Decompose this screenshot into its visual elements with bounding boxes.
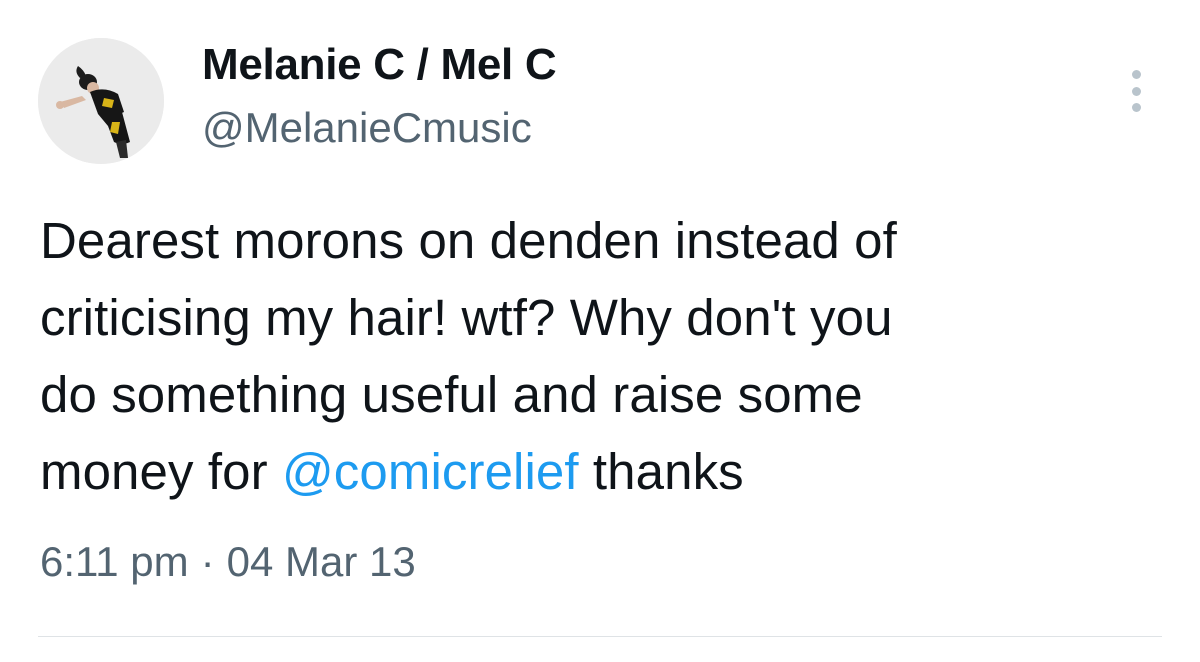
- display-name[interactable]: Melanie C / Mel C: [202, 40, 557, 90]
- tweet-time: 6:11 pm: [40, 538, 189, 585]
- mention-link[interactable]: @comicrelief: [282, 443, 579, 500]
- tweet-date: 04 Mar 13: [226, 538, 416, 585]
- tweet-text-segment: thanks: [578, 443, 744, 500]
- more-options-icon[interactable]: [1120, 66, 1152, 116]
- tweet-text-line: money for @comicrelief thanks: [40, 433, 1180, 510]
- user-handle[interactable]: @MelanieCmusic: [202, 104, 532, 152]
- profile-photo-icon: [38, 38, 164, 164]
- avatar[interactable]: [38, 38, 164, 164]
- tweet-timestamp[interactable]: 6:11 pm · 04 Mar 13: [40, 538, 416, 586]
- tweet-text: Dearest morons on denden instead of crit…: [40, 202, 1180, 510]
- more-dot: [1131, 70, 1141, 79]
- meta-separator: ·: [200, 538, 215, 585]
- tweet-text-line: do something useful and raise some: [40, 366, 863, 423]
- more-dot: [1131, 86, 1141, 96]
- tweet-card: Melanie C / Mel C @MelanieCmusic Dearest…: [0, 0, 1200, 662]
- tweet-text-line: criticising my hair! wtf? Why don't you: [40, 289, 893, 346]
- tweet-text-segment: money for: [40, 443, 282, 500]
- divider: [38, 636, 1162, 637]
- more-dot: [1131, 103, 1141, 112]
- tweet-text-line: Dearest morons on denden instead of: [40, 212, 897, 269]
